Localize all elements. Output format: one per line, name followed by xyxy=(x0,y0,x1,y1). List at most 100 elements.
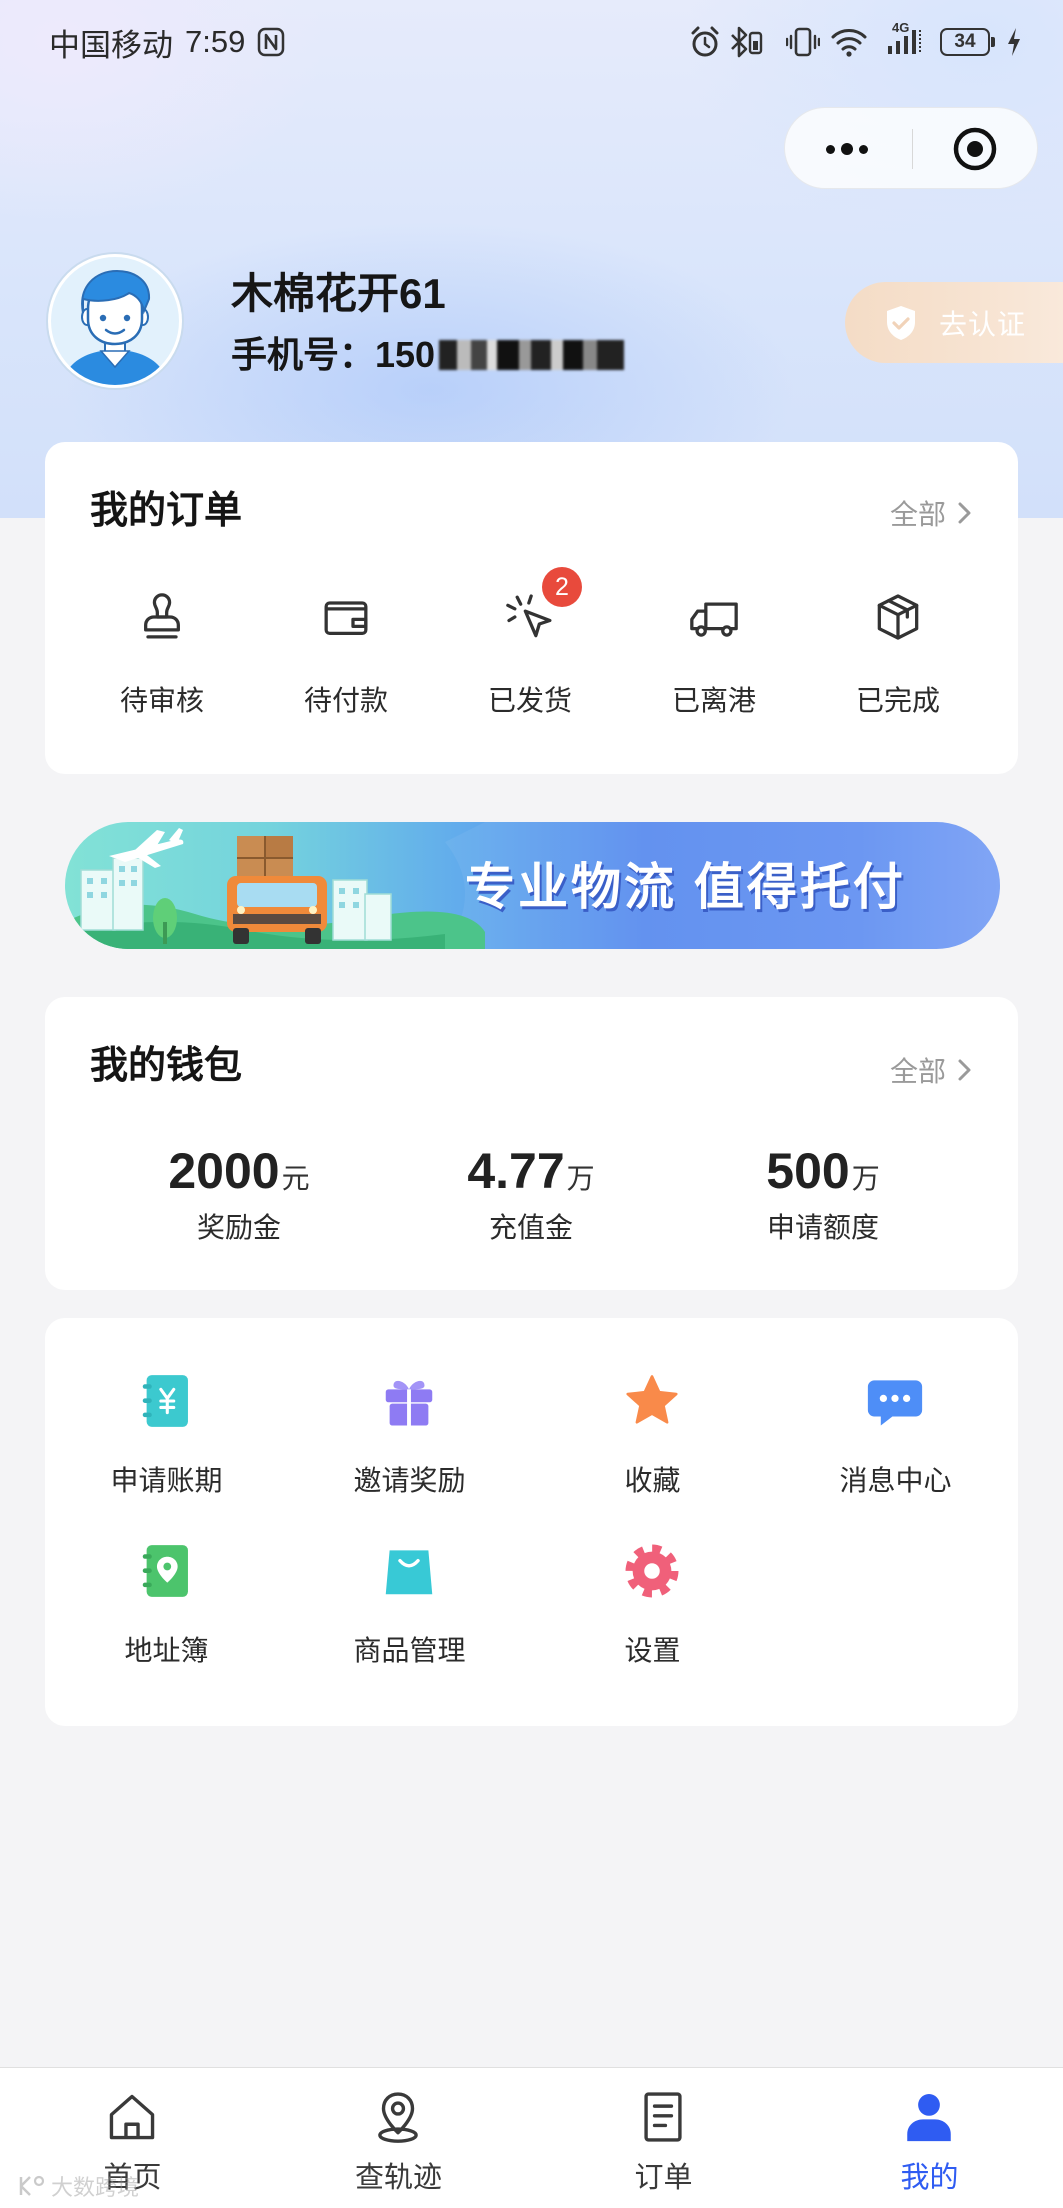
service-label: 消息中心 xyxy=(839,1465,952,1496)
more-dots-icon[interactable] xyxy=(815,129,879,169)
target-circle-icon[interactable] xyxy=(951,125,999,173)
tab-label: 查轨迹 xyxy=(354,2162,442,2194)
wallet-label: 奖励金 xyxy=(196,1212,281,1243)
tab-orders[interactable]: 订单 xyxy=(531,2068,796,2208)
alarm-icon xyxy=(691,26,719,57)
service-label: 商品管理 xyxy=(353,1635,466,1666)
gift-icon xyxy=(385,1380,433,1426)
chat-bubble-icon xyxy=(867,1380,923,1426)
chevron-right-icon xyxy=(958,502,971,524)
watermark: 大数跨境 xyxy=(17,2170,139,2202)
wifi-icon xyxy=(831,29,867,57)
verify-button[interactable]: 去认证 xyxy=(845,282,1063,363)
status-bar-left: 中国移动 7:59 xyxy=(49,24,285,63)
service-settings[interactable]: 设置 xyxy=(531,1540,774,1670)
miniprogram-capsule xyxy=(784,107,1038,189)
order-status-label: 已发货 xyxy=(487,685,572,716)
stamp-icon xyxy=(144,593,180,639)
wallet-recharge[interactable]: 4.77万 充值金 xyxy=(385,1143,677,1253)
tab-mine[interactable]: 我的 xyxy=(797,2068,1062,2208)
shopping-bag-icon xyxy=(385,1550,433,1595)
order-status-shipped[interactable]: 2 已发货 xyxy=(438,567,622,729)
order-status-label: 已完成 xyxy=(855,685,940,716)
box-icon xyxy=(877,594,919,640)
wallet-card: 我的钱包 全部 2000元 奖励金 4.77万 充值金 500万 申请额度 xyxy=(45,997,1018,1290)
service-address-book[interactable]: 地址簿 xyxy=(45,1540,288,1670)
service-message-center[interactable]: 消息中心 xyxy=(774,1370,1017,1500)
wallet-unit: 元 xyxy=(281,1163,310,1194)
tab-track[interactable]: 查轨迹 xyxy=(266,2068,531,2208)
verify-label: 去认证 xyxy=(939,308,1027,340)
phone-prefix: 150 xyxy=(375,334,436,375)
phone-label: 手机号： xyxy=(231,334,376,375)
orders-all-label: 全部 xyxy=(889,499,946,530)
bluetooth-icon xyxy=(731,26,763,58)
phone-number: 手机号： 150 xyxy=(231,334,625,376)
orders-all-link[interactable]: 全部 xyxy=(890,496,976,530)
service-label: 收藏 xyxy=(624,1465,681,1496)
order-status-label: 已离港 xyxy=(671,685,756,716)
home-icon xyxy=(109,2094,155,2140)
promo-banner[interactable]: 专业物流 值得托付 xyxy=(65,822,1000,949)
service-label: 设置 xyxy=(624,1635,681,1666)
shipped-count-badge: 2 xyxy=(542,567,582,607)
document-icon xyxy=(644,2092,682,2142)
service-label: 申请账期 xyxy=(110,1465,223,1496)
service-label: 地址簿 xyxy=(124,1635,209,1666)
orders-card: 我的订单 全部 待审核 待付款 2 已发货 已离港 已完成 xyxy=(45,442,1018,774)
wallet-icon xyxy=(324,601,368,635)
orders-title: 我的订单 xyxy=(90,490,243,532)
order-status-departed[interactable]: 已离港 xyxy=(622,589,806,729)
bill-notebook-icon xyxy=(142,1375,188,1427)
location-pin-icon xyxy=(378,2092,418,2143)
battery-icon: 34 xyxy=(940,28,990,56)
service-label: 邀请奖励 xyxy=(353,1465,466,1496)
star-icon xyxy=(626,1375,678,1424)
gear-icon xyxy=(625,1544,679,1598)
signal-icon xyxy=(888,30,921,54)
shield-check-icon xyxy=(887,305,915,340)
wallet-value: 2000元 xyxy=(93,1143,385,1207)
wallet-amount: 4.77 xyxy=(467,1143,565,1199)
avatar[interactable] xyxy=(45,251,185,391)
service-apply-credit-period[interactable]: 申请账期 xyxy=(45,1370,288,1500)
order-status-pending-payment[interactable]: 待付款 xyxy=(254,589,438,729)
order-status-completed[interactable]: 已完成 xyxy=(806,589,990,729)
service-product-management[interactable]: 商品管理 xyxy=(288,1540,531,1670)
capsule-divider xyxy=(912,129,913,169)
wallet-title: 我的钱包 xyxy=(90,1045,243,1087)
user-name: 木棉花开61 xyxy=(231,270,446,317)
tab-label: 我的 xyxy=(900,2162,959,2194)
banner-slogan: 专业物流 值得托付 xyxy=(465,859,906,915)
service-invite-reward[interactable]: 邀请奖励 xyxy=(288,1370,531,1500)
order-status-label: 待付款 xyxy=(303,685,388,716)
battery-level: 34 xyxy=(954,31,976,52)
address-book-icon xyxy=(142,1545,188,1597)
wallet-value: 4.77万 xyxy=(385,1143,677,1207)
watermark-logo-icon xyxy=(19,2175,45,2196)
watermark-text: 大数跨境 xyxy=(51,2175,140,2200)
nfc-icon xyxy=(258,27,285,57)
clock-time: 7:59 xyxy=(185,24,246,59)
order-status-pending-review[interactable]: 待审核 xyxy=(70,589,254,729)
wallet-value: 500万 xyxy=(677,1143,969,1207)
order-status-label: 待审核 xyxy=(119,685,204,716)
wallet-reward[interactable]: 2000元 奖励金 xyxy=(93,1143,385,1253)
chevron-right-icon xyxy=(958,1059,971,1081)
services-card: 申请账期 邀请奖励 收藏 消息中心 地址簿 商品管理 设置 xyxy=(45,1318,1018,1726)
wallet-all-label: 全部 xyxy=(889,1056,946,1087)
wallet-all-link[interactable]: 全部 xyxy=(890,1053,976,1087)
tab-label: 订单 xyxy=(634,2162,693,2194)
wallet-amount: 500 xyxy=(766,1143,850,1199)
phone-mask xyxy=(439,340,625,370)
wallet-amount: 2000 xyxy=(168,1143,280,1199)
battery-nub xyxy=(991,37,995,47)
charging-icon xyxy=(1008,28,1020,56)
carrier-name: 中国移动 xyxy=(49,27,173,63)
wallet-label: 申请额度 xyxy=(766,1212,879,1243)
service-favorites[interactable]: 收藏 xyxy=(531,1370,774,1500)
vibrate-icon xyxy=(786,27,820,57)
wallet-label: 充值金 xyxy=(488,1212,573,1243)
wallet-unit: 万 xyxy=(851,1163,880,1194)
wallet-credit-limit[interactable]: 500万 申请额度 xyxy=(677,1143,969,1253)
